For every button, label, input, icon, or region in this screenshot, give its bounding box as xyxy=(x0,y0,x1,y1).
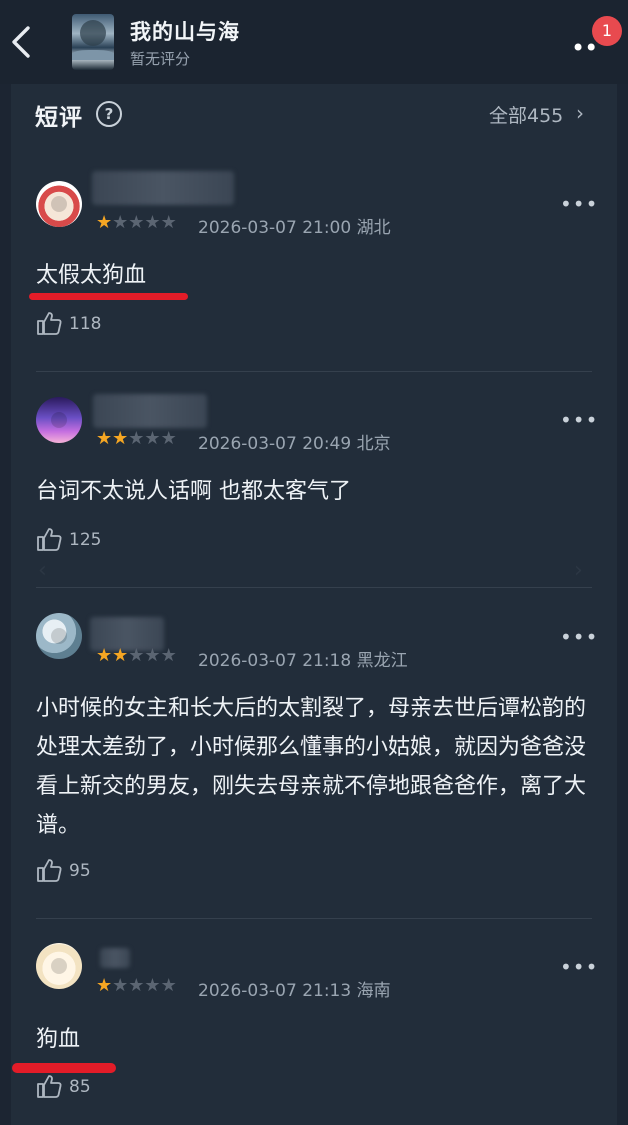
avatar[interactable] xyxy=(36,397,82,443)
divider xyxy=(36,371,592,372)
star-rating: ★★★★★ xyxy=(96,428,177,449)
star-icon: ★ xyxy=(128,212,145,233)
review-text: 太假太狗血 xyxy=(36,263,147,288)
short-review-panel xyxy=(11,84,617,1125)
star-rating: ★★★★★ xyxy=(96,212,177,233)
star-icon: ★ xyxy=(144,975,161,996)
thumbs-up-icon[interactable] xyxy=(36,310,62,336)
review-text: 小时候的女主和长大后的太割裂了，母亲去世后谭松韵的处理太差劲了，小时候那么懂事的… xyxy=(36,696,587,838)
chevron-right-icon: › xyxy=(574,558,583,583)
thumbs-up-icon[interactable] xyxy=(36,526,62,552)
chevron-left-icon: ‹ xyxy=(38,558,47,583)
notification-badge: 1 xyxy=(592,16,622,46)
thumbs-up-icon[interactable] xyxy=(36,857,62,883)
username-blurred xyxy=(100,948,130,968)
divider xyxy=(36,918,592,919)
poster-art xyxy=(80,20,106,46)
avatar[interactable] xyxy=(36,613,82,659)
chevron-right-icon[interactable]: › xyxy=(576,101,584,125)
review-meta: 2026-03-07 20:49 北京 xyxy=(198,434,391,454)
review-more-icon[interactable]: ••• xyxy=(560,192,598,216)
back-arrow-icon[interactable] xyxy=(6,22,36,62)
avatar-bunny xyxy=(51,958,67,974)
rating-status: 暂无评分 xyxy=(130,50,191,68)
review-meta: 2026-03-07 21:18 黑龙江 xyxy=(198,651,408,671)
star-icon: ★ xyxy=(96,428,113,449)
like-count: 85 xyxy=(69,1077,91,1097)
star-icon: ★ xyxy=(128,428,145,449)
help-icon[interactable]: ? xyxy=(96,101,122,127)
avatar-palm xyxy=(51,412,67,428)
review-more-icon[interactable]: ••• xyxy=(560,625,598,649)
section-title: 短评 xyxy=(35,105,83,131)
star-icon: ★ xyxy=(128,645,145,666)
like-count: 118 xyxy=(69,314,102,334)
like-count: 125 xyxy=(69,530,102,550)
star-icon: ★ xyxy=(144,428,161,449)
star-icon: ★ xyxy=(96,212,113,233)
username-blurred xyxy=(93,394,207,428)
star-icon: ★ xyxy=(128,975,145,996)
divider xyxy=(36,587,592,588)
star-icon: ★ xyxy=(160,975,177,996)
star-icon: ★ xyxy=(112,975,129,996)
review-meta: 2026-03-07 21:13 海南 xyxy=(198,981,391,1001)
view-all-link[interactable]: 全部455 xyxy=(489,101,563,128)
star-icon: ★ xyxy=(160,645,177,666)
review-meta: 2026-03-07 21:00 湖北 xyxy=(198,218,391,238)
review-text: 台词不太说人话啊 也都太客气了 xyxy=(36,479,351,504)
star-icon: ★ xyxy=(112,645,129,666)
star-icon: ★ xyxy=(96,975,113,996)
annotation-underline xyxy=(29,293,188,300)
review-more-icon[interactable]: ••• xyxy=(560,955,598,979)
star-icon: ★ xyxy=(144,645,161,666)
like-count: 95 xyxy=(69,861,91,881)
star-icon: ★ xyxy=(112,428,129,449)
review-text: 狗血 xyxy=(36,1027,81,1052)
thumbs-up-icon[interactable] xyxy=(36,1073,62,1099)
star-icon: ★ xyxy=(144,212,161,233)
star-rating: ★★★★★ xyxy=(96,975,177,996)
movie-poster-thumbnail[interactable] xyxy=(72,14,114,70)
page-title: 我的山与海 xyxy=(130,20,240,44)
avatar-face xyxy=(51,196,67,212)
username-blurred xyxy=(92,171,234,205)
star-icon: ★ xyxy=(160,428,177,449)
star-icon: ★ xyxy=(160,212,177,233)
poster-wave xyxy=(72,50,114,60)
avatar[interactable] xyxy=(36,943,82,989)
star-icon: ★ xyxy=(96,645,113,666)
star-rating: ★★★★★ xyxy=(96,645,177,666)
avatar-snow xyxy=(51,628,67,644)
star-icon: ★ xyxy=(112,212,129,233)
avatar[interactable] xyxy=(36,181,82,227)
annotation-underline xyxy=(12,1063,116,1073)
review-more-icon[interactable]: ••• xyxy=(560,408,598,432)
